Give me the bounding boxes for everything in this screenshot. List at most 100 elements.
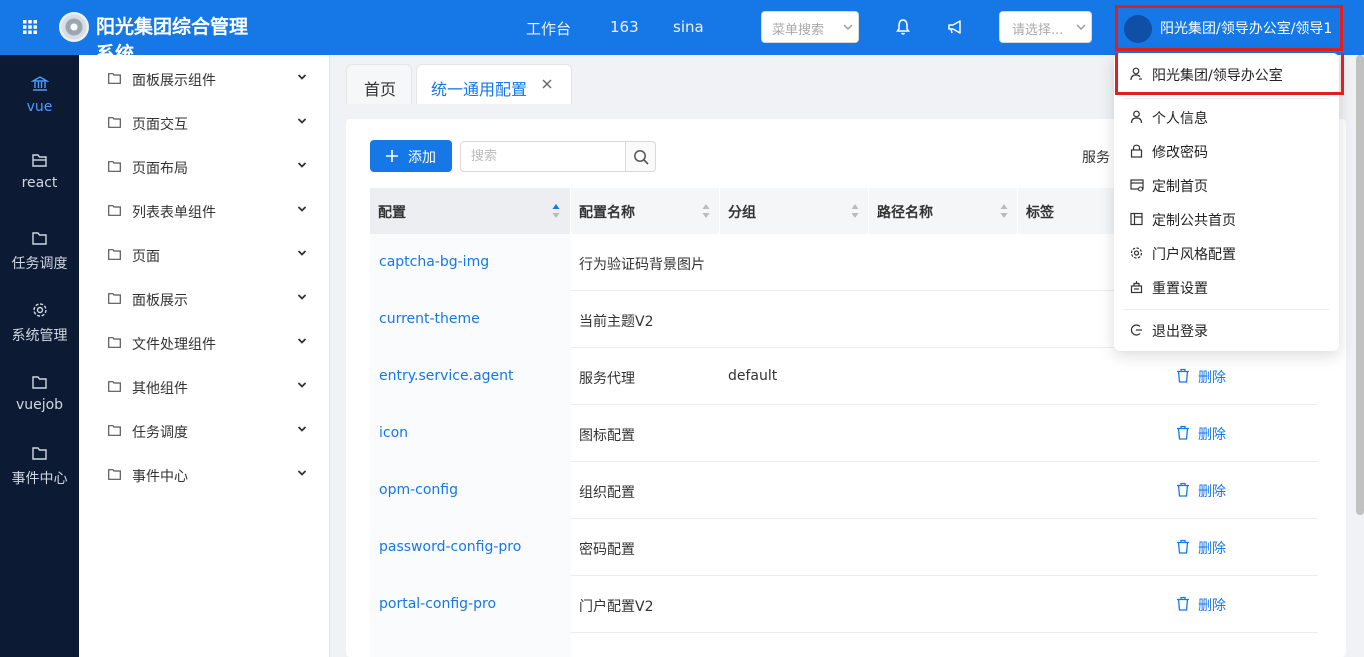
- nav-item-event-center[interactable]: 事件中心: [0, 444, 79, 488]
- link-sina[interactable]: sina: [673, 18, 704, 36]
- subnav-item[interactable]: 页面交互: [79, 101, 330, 145]
- sort-icon: [702, 204, 710, 218]
- delete-label: 删除: [1198, 370, 1226, 386]
- tab-label: 统一通用配置: [431, 80, 528, 99]
- column-header-config[interactable]: 配置: [370, 188, 571, 234]
- search-button[interactable]: [625, 141, 656, 172]
- subnav-item[interactable]: 面板展示组件: [79, 57, 330, 101]
- config-name: 行为验证码背景图片: [579, 257, 705, 273]
- user-icon: [1130, 110, 1143, 124]
- nav-label: 事件中心: [11, 471, 68, 487]
- nav-label: 系统管理: [11, 328, 68, 344]
- column-header-config-name[interactable]: 配置名称: [571, 188, 720, 234]
- chevron-down-icon: [297, 162, 307, 168]
- link-workbench[interactable]: 工作台: [526, 18, 571, 39]
- nav-label: vue: [26, 99, 53, 115]
- dropdown-item-logout[interactable]: 退出登录: [1114, 313, 1339, 347]
- subnav-item[interactable]: 文件处理组件: [79, 321, 330, 365]
- config-name: 门户配置V2: [579, 599, 654, 615]
- lock-icon: [1130, 144, 1143, 158]
- user-menu-trigger[interactable]: 阳光集团/领导办公室/领导1: [1115, 5, 1343, 51]
- folder-icon: [108, 293, 121, 304]
- megaphone-icon[interactable]: [946, 18, 964, 36]
- subnav-item[interactable]: 页面: [79, 233, 330, 277]
- subnav-label: 页面交互: [132, 117, 188, 133]
- dropdown-item-label: 重置设置: [1152, 281, 1208, 297]
- nav-item-task-scheduling[interactable]: 任务调度: [0, 229, 79, 273]
- dropdown-item-portal-style[interactable]: 门户风格配置: [1114, 236, 1339, 270]
- config-key-link[interactable]: current-theme: [379, 311, 480, 327]
- sort-icon: [851, 204, 859, 218]
- config-key-link[interactable]: password-config-pro: [379, 539, 521, 555]
- service-filter-label: 服务: [1082, 150, 1110, 166]
- subnav-item[interactable]: 列表表单组件: [79, 189, 330, 233]
- dropdown-item-custom-public-home[interactable]: 定制公共首页: [1114, 202, 1339, 236]
- nav-item-react[interactable]: react: [0, 151, 79, 191]
- delete-button[interactable]: 删除: [1176, 424, 1226, 444]
- reset-icon: [1130, 281, 1143, 294]
- subnav-item[interactable]: 事件中心: [79, 453, 330, 497]
- search-input[interactable]: [460, 141, 626, 172]
- delete-label: 删除: [1198, 484, 1226, 500]
- layout-icon: [1130, 212, 1143, 226]
- delete-button[interactable]: 删除: [1176, 538, 1226, 558]
- delete-label: 删除: [1198, 427, 1226, 443]
- nav-item-vue[interactable]: vue: [0, 75, 79, 115]
- subnav-item[interactable]: 其他组件: [79, 365, 330, 409]
- search-icon: [634, 150, 649, 165]
- table-row: entry.service.agent 服务代理 default 删除: [370, 348, 1318, 405]
- subnav-item[interactable]: 任务调度: [79, 409, 330, 453]
- config-key-link[interactable]: icon: [379, 425, 408, 441]
- add-button[interactable]: 添加: [370, 140, 452, 172]
- delete-button[interactable]: 删除: [1176, 481, 1226, 501]
- config-key-link[interactable]: portal-config-pro: [379, 596, 496, 612]
- delete-button[interactable]: 删除: [1176, 367, 1226, 387]
- bell-icon[interactable]: [895, 18, 911, 36]
- subnav-item[interactable]: 页面布局: [79, 145, 330, 189]
- menu-search-select[interactable]: 菜单搜索: [761, 11, 859, 43]
- config-key-link[interactable]: opm-config: [379, 482, 458, 498]
- trash-icon: [1177, 596, 1189, 611]
- dropdown-item-custom-home[interactable]: 定制首页: [1114, 168, 1339, 202]
- close-icon[interactable]: [541, 78, 553, 90]
- column-header-path-name[interactable]: 路径名称: [869, 188, 1018, 234]
- user-name: 阳光集团/领导办公室/领导1: [1160, 21, 1333, 37]
- add-button-label: 添加: [408, 150, 436, 166]
- nav-item-system-management[interactable]: 系统管理: [0, 301, 79, 345]
- avatar: [1124, 15, 1152, 43]
- column-header-group[interactable]: 分组: [720, 188, 869, 234]
- column-header-label: 路径名称: [877, 205, 933, 221]
- top-header: 阳光集团综合管理系统 工作台 163 sina 菜单搜索 请选择... 阳光集团…: [0, 0, 1364, 55]
- column-header-label: 配置名称: [579, 205, 635, 221]
- dropdown-item-label: 退出登录: [1152, 324, 1208, 340]
- subnav-item[interactable]: 面板展示: [79, 277, 330, 321]
- config-name: 密码配置: [579, 542, 635, 558]
- folder-icon: [108, 161, 121, 172]
- dropdown-item-reset-settings[interactable]: 重置设置: [1114, 270, 1339, 304]
- page-scrollbar[interactable]: [1356, 55, 1364, 515]
- plus-icon: [386, 150, 398, 162]
- app-grid-icon[interactable]: [21, 18, 39, 36]
- tab-general-config[interactable]: 统一通用配置: [416, 64, 572, 104]
- delete-button[interactable]: 删除: [1176, 595, 1226, 615]
- table-row: password-config-pro 密码配置 删除: [370, 519, 1318, 576]
- scope-select[interactable]: 请选择...: [999, 11, 1092, 43]
- chevron-down-icon: [297, 294, 307, 300]
- subnav-label: 列表表单组件: [132, 205, 216, 221]
- nav-item-vuejob[interactable]: vuejob: [0, 373, 79, 413]
- tab-home[interactable]: 首页: [346, 64, 412, 104]
- dropdown-item-change-password[interactable]: 修改密码: [1114, 134, 1339, 168]
- column-header-label: 标签: [1026, 205, 1054, 221]
- folder-open-icon: [31, 154, 47, 167]
- subnav-label: 其他组件: [132, 381, 188, 397]
- folder-icon: [108, 73, 121, 84]
- folder-icon: [31, 232, 47, 245]
- subnav-label: 面板展示组件: [132, 73, 216, 89]
- config-name: 组织配置: [579, 485, 635, 501]
- config-key-link[interactable]: captcha-bg-img: [379, 254, 489, 270]
- link-163[interactable]: 163: [610, 18, 639, 36]
- config-key-link[interactable]: entry.service.agent: [379, 368, 514, 384]
- dropdown-item-profile[interactable]: 个人信息: [1114, 100, 1339, 134]
- chevron-down-icon: [297, 118, 307, 124]
- chevron-down-icon: [297, 74, 307, 80]
